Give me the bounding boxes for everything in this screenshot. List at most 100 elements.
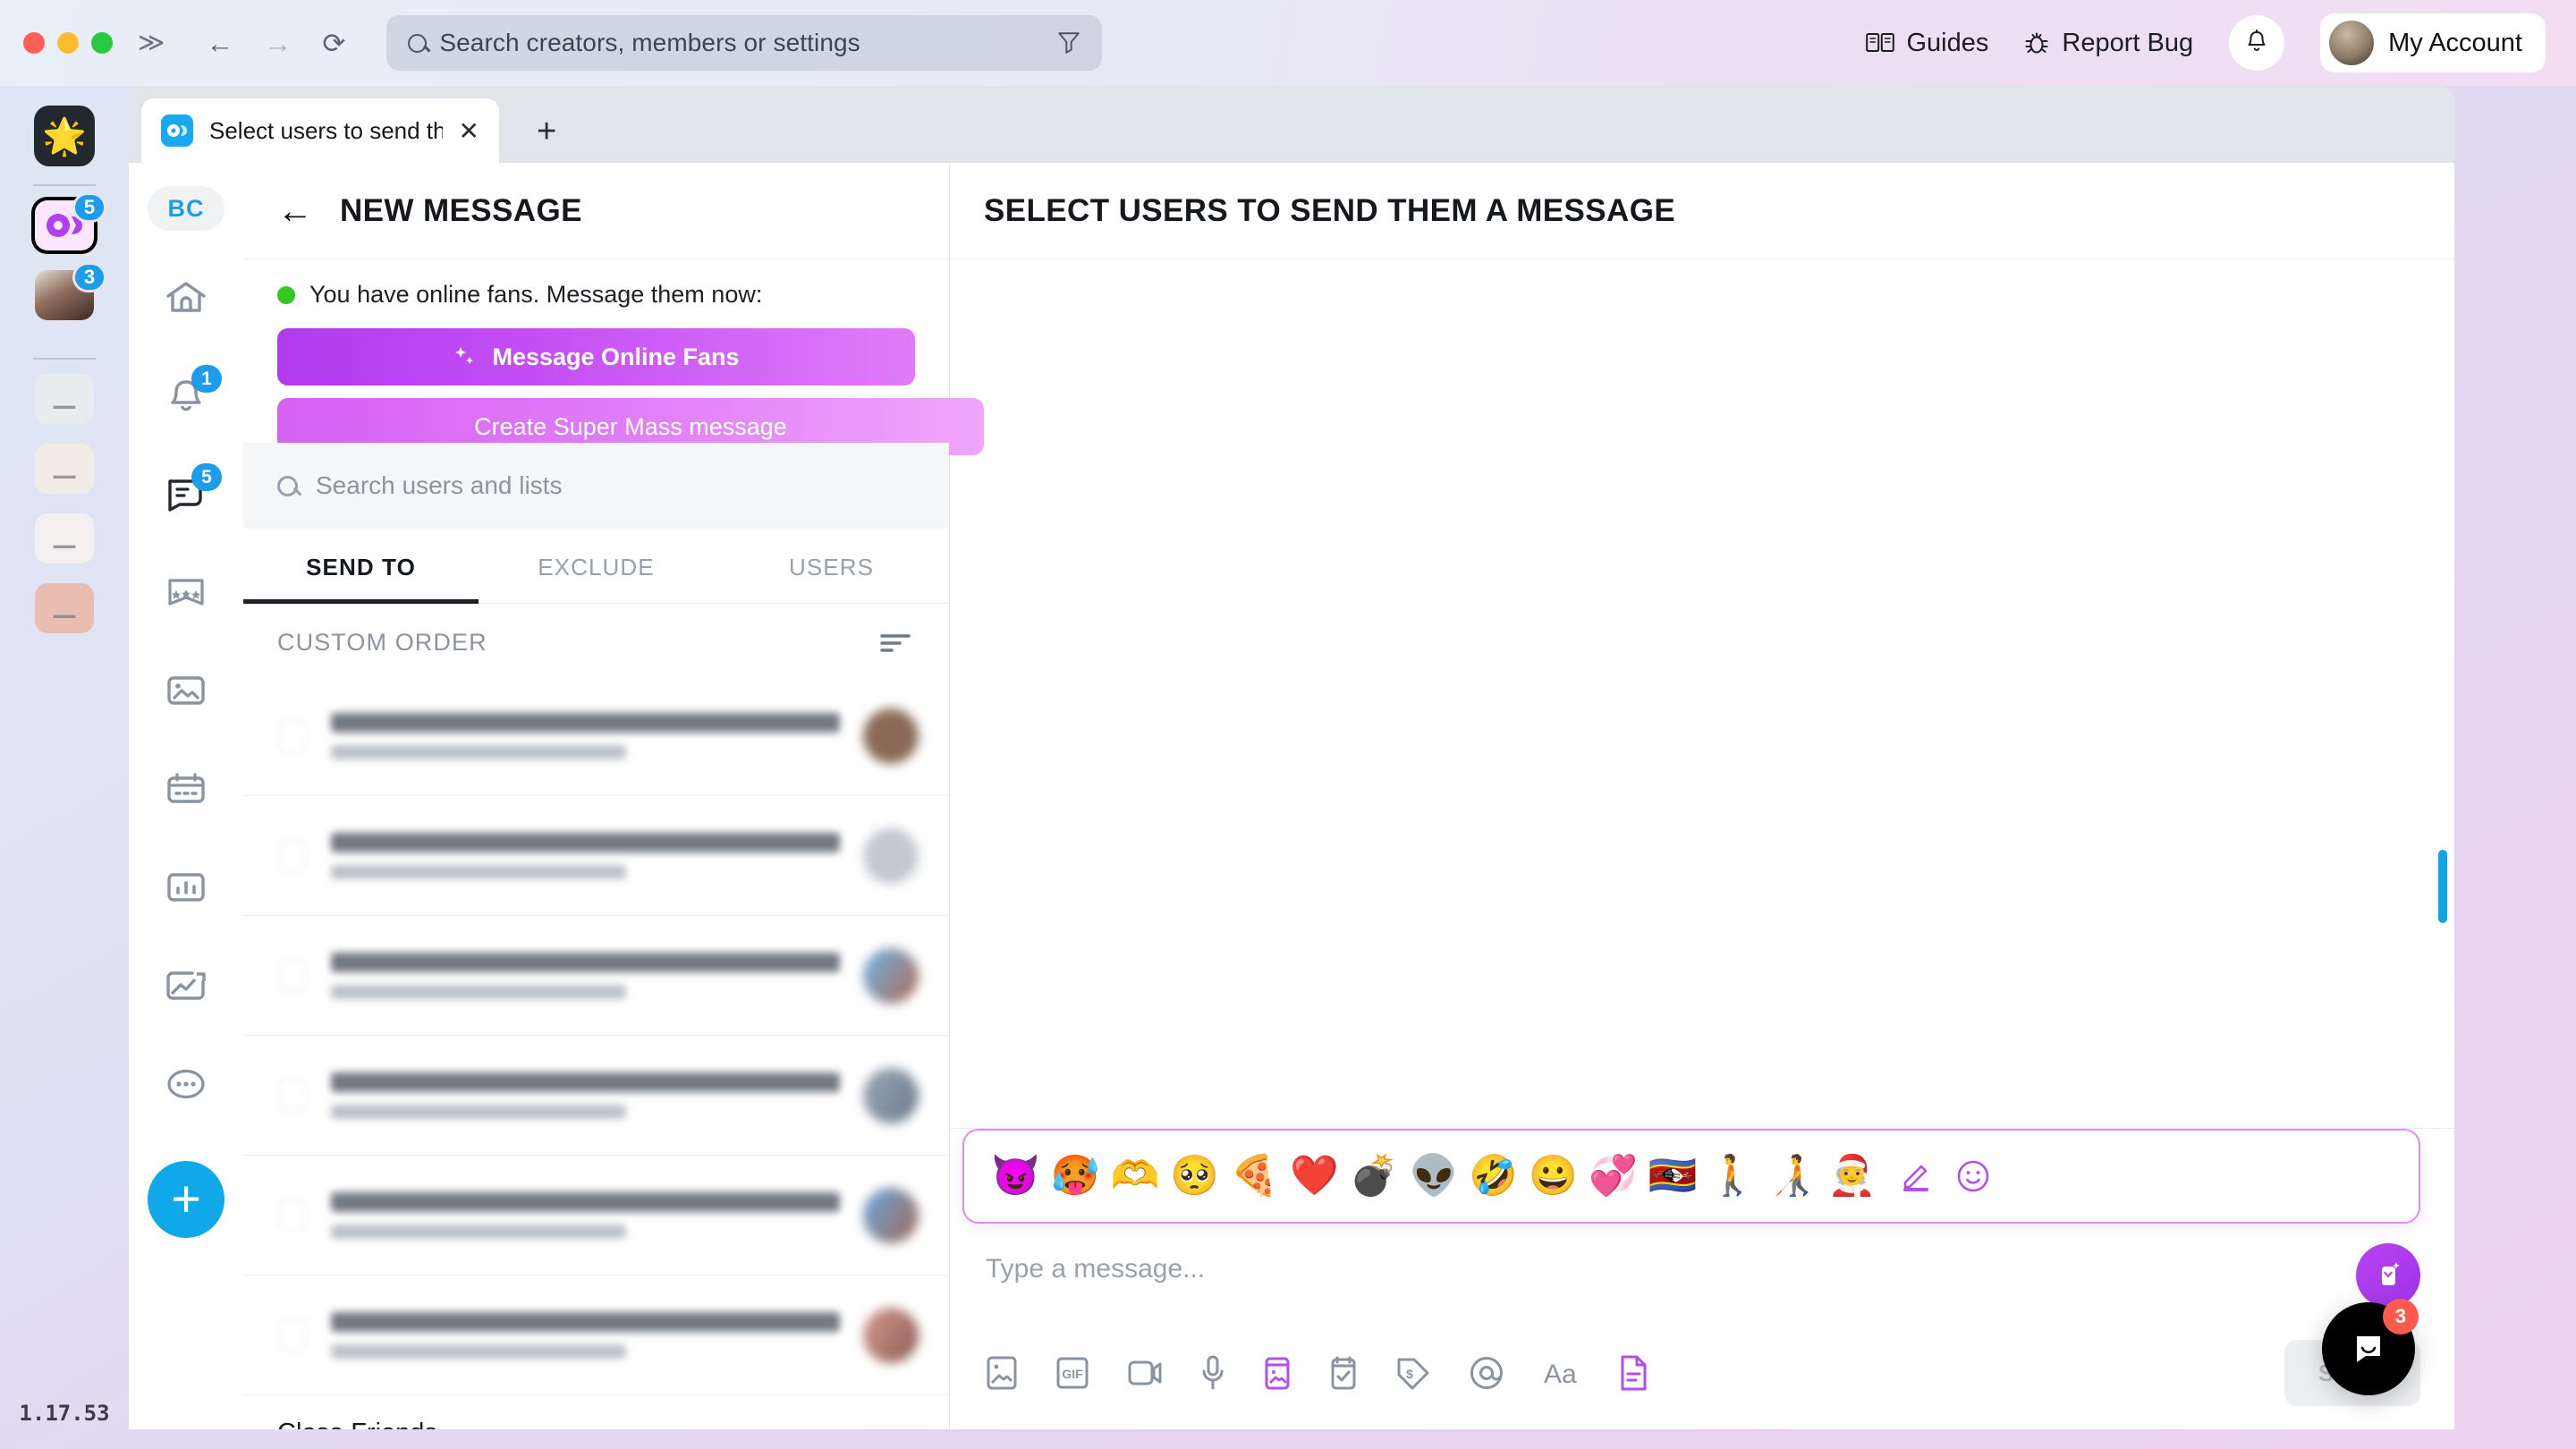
emoji-red-heart[interactable]: ❤️	[1290, 1157, 1339, 1196]
user-search-field[interactable]: Search users and lists	[243, 443, 949, 529]
ai-assistant-button[interactable]	[2356, 1243, 2420, 1308]
sidebar-item-notifications[interactable]: 1	[154, 363, 222, 428]
message-online-fans-button[interactable]: Message Online Fans	[277, 328, 915, 386]
emoji-quick-bar[interactable]: 😈 🥵 🫶 🥺 🍕 ❤️ 💣 👽 🤣 😀 💞 🇸🇿 🚶 🧑‍🦯 🧑‍🎄	[962, 1129, 2420, 1224]
row-checkbox[interactable]	[277, 720, 308, 751]
avatar	[863, 1187, 919, 1243]
emoji-flag-eswatini[interactable]: 🇸🇿	[1648, 1157, 1698, 1196]
price-tag-icon[interactable]: $	[1395, 1356, 1431, 1390]
rail-item-creator-6[interactable]: ⚊	[35, 583, 94, 633]
online-status-dot	[277, 285, 295, 304]
profile-initials-badge[interactable]: BC	[148, 186, 225, 231]
broken-image-placeholder: ⚊	[50, 591, 79, 625]
row-checkbox[interactable]	[277, 1199, 308, 1231]
emoji-pleading-face[interactable]: 🥺	[1170, 1157, 1219, 1196]
create-new-button[interactable]: +	[148, 1161, 225, 1238]
sidebar-item-media-vault[interactable]	[154, 658, 218, 723]
emoji-bomb[interactable]: 💣	[1350, 1157, 1399, 1196]
row-checkbox[interactable]	[277, 1080, 308, 1111]
list-item[interactable]: Close Friends	[243, 1395, 949, 1429]
reload-icon[interactable]: ⟳	[322, 30, 345, 57]
rail-tile[interactable]: ⚊	[35, 374, 94, 424]
my-account-button[interactable]: My Account	[2320, 13, 2546, 72]
row-checkbox[interactable]	[277, 840, 308, 871]
tab-send-to[interactable]: SEND TO	[243, 529, 479, 604]
mention-icon[interactable]	[1469, 1355, 1504, 1391]
sidebar-item-more[interactable]	[154, 1052, 218, 1116]
table-row[interactable]	[243, 1036, 949, 1156]
rail-item-creator-3[interactable]: ⚊	[35, 374, 94, 424]
sidebar-item-home[interactable]	[154, 265, 218, 329]
sidebar-item-messages[interactable]: 5	[154, 462, 222, 526]
close-icon[interactable]: ✕	[459, 116, 479, 146]
emoji-rolling-on-the-floor-laughing[interactable]: 🤣	[1469, 1157, 1518, 1196]
app-body: BC 1 5 + ← NEW MESSAGE You have online f…	[129, 163, 2454, 1429]
table-row[interactable]	[243, 676, 949, 796]
report-bug-button[interactable]: Report Bug	[2024, 29, 2193, 58]
minimize-window-button[interactable]	[57, 32, 79, 54]
emoji-heart-hands[interactable]: 🫶	[1111, 1157, 1160, 1196]
rail-tile[interactable]: ⚊	[35, 444, 94, 494]
back-arrow-icon[interactable]: ←	[206, 30, 233, 57]
message-input[interactable]: Type a message...	[968, 1240, 2356, 1284]
emoji-mx-claus[interactable]: 🧑‍🎄	[1827, 1157, 1877, 1196]
sort-icon[interactable]	[877, 630, 913, 657]
chevron-double-right-icon[interactable]: ≫	[138, 30, 165, 56]
emoji-smiling-face-with-horns[interactable]: 😈	[991, 1157, 1040, 1196]
row-checkbox[interactable]	[277, 1319, 308, 1351]
scrollbar-thumb[interactable]	[2438, 850, 2447, 924]
guides-button[interactable]: Guides	[1865, 29, 1988, 58]
emoji-alien[interactable]: 👽	[1410, 1157, 1459, 1196]
notifications-button[interactable]	[2229, 15, 2285, 71]
emoji-pizza[interactable]: 🍕	[1230, 1157, 1279, 1196]
rail-tile[interactable]: ⚊	[35, 583, 94, 633]
tab-users[interactable]: USERS	[714, 529, 949, 603]
microphone-icon[interactable]	[1200, 1354, 1225, 1392]
emoji-grinning-face[interactable]: 😀	[1529, 1157, 1578, 1196]
emoji-picker-icon[interactable]	[1955, 1158, 1991, 1194]
table-row[interactable]	[243, 1156, 949, 1275]
rail-item-creator-2[interactable]: 3	[35, 262, 106, 320]
gif-icon[interactable]: GIF	[1055, 1355, 1089, 1391]
emoji-person-with-white-cane[interactable]: 🧑‍🦯	[1767, 1157, 1817, 1196]
new-tab-button[interactable]: +	[537, 114, 556, 148]
rail-divider	[33, 184, 96, 186]
filter-icon[interactable]	[1057, 30, 1080, 55]
intercom-chat-button[interactable]: 3	[2322, 1299, 2419, 1395]
emoji-hot-face[interactable]: 🥵	[1051, 1157, 1100, 1196]
sidebar-badge: 5	[191, 463, 222, 491]
script-icon[interactable]	[1619, 1354, 1648, 1392]
emoji-revolving-hearts[interactable]: 💞	[1589, 1157, 1638, 1196]
maximize-window-button[interactable]	[91, 32, 113, 54]
rail-tile[interactable]: ⚊	[35, 513, 94, 564]
sidebar-item-queue[interactable]	[154, 560, 218, 624]
image-icon[interactable]	[986, 1355, 1018, 1391]
app-logo[interactable]: 🌟	[34, 106, 95, 166]
table-row[interactable]	[243, 916, 949, 1036]
poll-icon[interactable]	[1329, 1354, 1358, 1392]
close-window-button[interactable]	[23, 32, 45, 54]
rail-item-creator-4[interactable]: ⚊	[35, 444, 94, 494]
vault-media-icon[interactable]	[1263, 1354, 1292, 1392]
row-text	[331, 1072, 840, 1119]
sidebar-item-trends[interactable]	[154, 953, 218, 1018]
rail-item-creator-5[interactable]: ⚊	[35, 513, 94, 564]
edit-emoji-icon[interactable]	[1900, 1159, 1934, 1193]
rail-item-creator-1[interactable]: 5	[35, 192, 106, 250]
global-search-bar[interactable]: Search creators, members or settings	[386, 15, 1103, 71]
sidebar-item-statistics[interactable]	[154, 855, 218, 919]
table-row[interactable]	[243, 1275, 949, 1395]
table-row[interactable]	[243, 796, 949, 916]
tab-exclude[interactable]: EXCLUDE	[479, 529, 714, 603]
video-icon[interactable]	[1127, 1357, 1163, 1389]
sidebar-item-calendar[interactable]	[154, 757, 218, 821]
emoji-person-walking[interactable]: 🚶	[1708, 1157, 1758, 1196]
text-format-icon[interactable]: Aa	[1542, 1358, 1581, 1388]
rail-badge: 5	[72, 192, 106, 223]
row-checkbox[interactable]	[277, 960, 308, 991]
forward-arrow-icon[interactable]: →	[264, 30, 292, 57]
browser-tab[interactable]: Select users to send the... ✕	[141, 98, 499, 163]
user-list[interactable]: Close Friends	[243, 676, 949, 1429]
back-button[interactable]: ←	[277, 193, 313, 229]
banner-stars-icon	[168, 579, 204, 606]
